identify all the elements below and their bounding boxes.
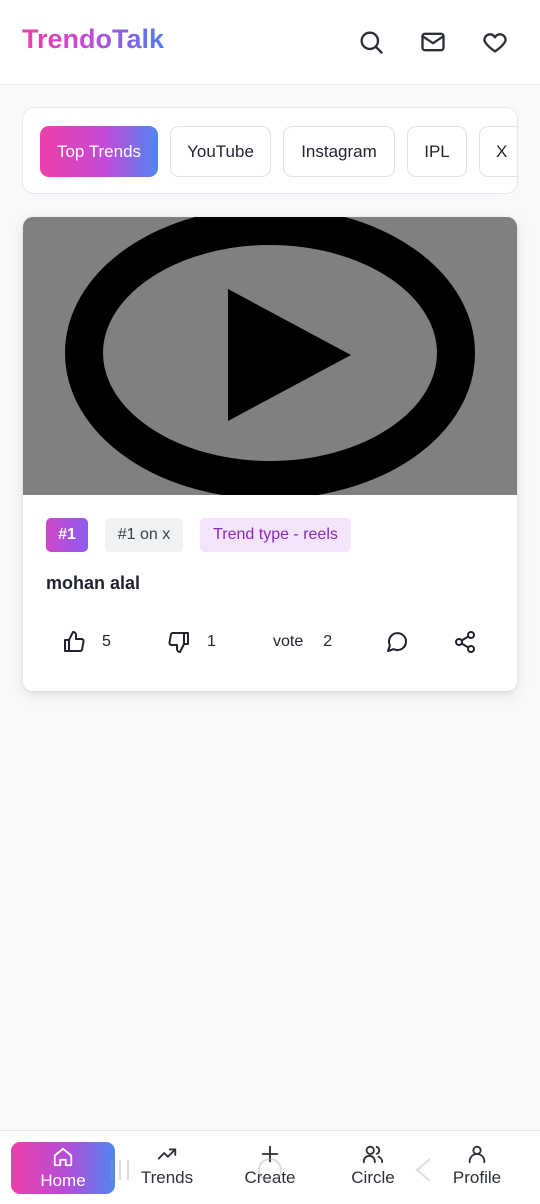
vote-button[interactable]: vote 2 bbox=[273, 622, 332, 662]
play-circle-icon bbox=[65, 217, 475, 495]
nav-home-label: Home bbox=[40, 1171, 86, 1190]
dislike-count: 1 bbox=[207, 633, 216, 650]
app-logo[interactable]: TrendoTalk bbox=[22, 24, 164, 55]
tab-top-trends[interactable]: Top Trends bbox=[40, 126, 158, 177]
share-button[interactable] bbox=[453, 622, 477, 662]
thumbs-up-icon bbox=[64, 631, 85, 652]
comment-button[interactable] bbox=[385, 622, 409, 662]
user-icon bbox=[468, 1145, 486, 1164]
tab-youtube[interactable]: YouTube bbox=[170, 126, 271, 177]
bottom-navigation: Home Trends Create Circle Profile bbox=[0, 1130, 540, 1204]
search-icon[interactable] bbox=[357, 28, 385, 56]
nav-trends-label: Trends bbox=[140, 1168, 194, 1187]
trending-up-icon bbox=[157, 1148, 177, 1160]
like-button[interactable]: 5 bbox=[62, 622, 111, 662]
mail-icon[interactable] bbox=[419, 28, 447, 56]
nav-profile[interactable]: Profile bbox=[425, 1139, 529, 1191]
heart-icon[interactable] bbox=[481, 28, 509, 56]
tab-ipl[interactable]: IPL bbox=[407, 126, 467, 177]
users-icon bbox=[362, 1145, 384, 1164]
thumbs-down-icon bbox=[168, 632, 189, 653]
vote-label: vote bbox=[273, 633, 304, 650]
source-badge: #1 on x bbox=[105, 518, 183, 552]
trend-post-card: #1 #1 on x Trend type - reels mohan alal… bbox=[23, 217, 517, 691]
dislike-button[interactable]: 1 bbox=[167, 622, 216, 662]
nav-home[interactable]: Home bbox=[11, 1142, 115, 1194]
app-screen: TrendoTalk Top Trends YouTube Instagram … bbox=[0, 0, 540, 1204]
category-tabs: Top Trends YouTube Instagram IPL X bbox=[22, 107, 518, 194]
share-icon bbox=[455, 631, 475, 653]
post-actions: 5 1 vote 2 bbox=[23, 622, 517, 662]
top-header: TrendoTalk bbox=[0, 0, 540, 85]
system-home-icon[interactable] bbox=[256, 1156, 284, 1184]
like-count: 5 bbox=[102, 633, 111, 650]
system-back-icon[interactable] bbox=[412, 1156, 434, 1184]
vote-count: 2 bbox=[323, 633, 333, 650]
nav-circle[interactable]: Circle bbox=[321, 1139, 425, 1191]
rank-badge: #1 bbox=[46, 518, 88, 552]
post-title: mohan alal bbox=[46, 573, 141, 593]
post-media[interactable] bbox=[23, 217, 517, 495]
home-icon bbox=[53, 1147, 73, 1167]
tab-instagram[interactable]: Instagram bbox=[283, 126, 395, 177]
nav-profile-label: Profile bbox=[452, 1168, 502, 1187]
trend-type-badge: Trend type - reels bbox=[200, 518, 351, 552]
nav-circle-label: Circle bbox=[351, 1168, 395, 1187]
comment-icon bbox=[387, 632, 408, 652]
tab-x[interactable]: X bbox=[479, 126, 517, 177]
system-recents-icon[interactable] bbox=[108, 1157, 132, 1183]
